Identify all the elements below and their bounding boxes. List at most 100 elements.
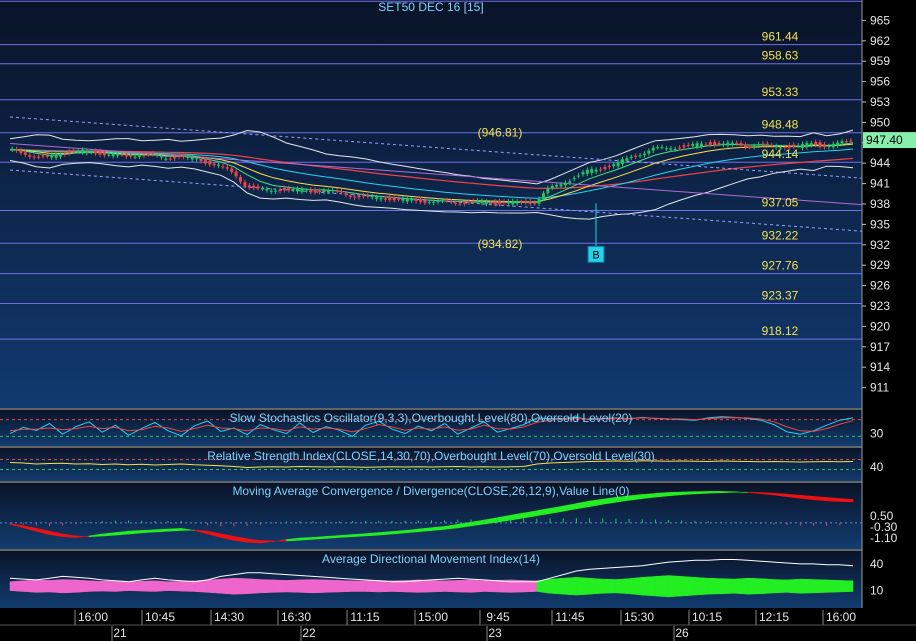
candle-body [721,143,725,145]
candle-body [770,145,774,147]
adx-di-band [826,579,841,593]
adx-di-band [141,580,156,592]
adx-di-band [101,580,116,592]
candle-body [669,148,673,150]
candle-body [423,200,427,203]
candle-body [72,150,76,152]
y-tick-label: 932 [870,238,890,252]
time-label: 15:00 [418,610,448,624]
candle-body [559,184,563,187]
candle-body [761,143,765,145]
y-tick-label: 917 [870,340,890,354]
adx-di-band [220,577,235,595]
adx-di-band [260,579,274,594]
candle-body [357,195,361,198]
candle-body [397,198,401,200]
stochastic-tick: 30 [870,427,884,441]
price-annotation: (934.82) [478,237,523,251]
adx-di-band [589,577,603,595]
candle-body [625,158,629,161]
candle-body [217,164,221,166]
candle-body [818,142,822,147]
candle-body [550,185,554,189]
adx-di-band [22,579,37,593]
candle-body [765,143,769,145]
adx-di-band [721,578,735,595]
y-tick-label: 956 [870,75,890,89]
candle-body [155,154,159,156]
candle-body [528,201,532,204]
candle-body [278,189,282,192]
candle-body [506,201,510,204]
buy-signal-label: B [592,249,599,261]
candle-body [484,201,488,204]
macd-ribbon [694,491,709,495]
macd-tick: -1.10 [870,531,898,545]
candle-body [726,142,730,146]
candle-body [76,150,80,152]
macd-ribbon [681,491,696,496]
candle-body [173,156,177,159]
adx-di-band [562,577,577,596]
candle-body [498,200,502,205]
candle-body [414,199,418,202]
candle-body [471,200,475,202]
candle-body [814,141,818,145]
adx-di-band [760,578,775,595]
candle-body [493,201,497,205]
candle-body [129,155,133,157]
y-tick-label: 959 [870,54,890,68]
candle-body [735,142,739,144]
candle-body [695,143,699,147]
rsi-tick: 40 [870,460,884,474]
candle-body [247,185,251,188]
candle-body [585,169,589,174]
y-tick-label: 929 [870,258,890,272]
adx-di-band [154,580,169,592]
candle-body [449,201,453,203]
candle-body [607,165,611,168]
candle-body [691,143,695,146]
candle-body [124,154,128,157]
stock-chart[interactable]: 9659629599569539509479449419389359329299… [0,0,916,641]
price-annotation: (946.81) [478,126,523,140]
candle-body [318,190,322,193]
candle-body [80,149,84,153]
candle-body [748,146,752,148]
time-label: 16:00 [78,610,108,624]
candle-body [634,155,638,157]
candle-body [225,167,229,169]
adx-di-band [352,580,366,592]
candle-body [533,202,537,204]
candle-body [348,195,352,197]
candle-body [366,195,370,197]
candle-body [37,156,41,158]
candle-body [563,182,567,186]
adx-di-band [273,579,287,593]
candle-body [489,202,493,204]
candle-body [116,153,120,156]
candle-body [801,143,805,148]
adx-di-band [549,577,564,595]
candle-body [546,188,550,194]
candle-body [221,166,225,168]
candle-body [520,201,524,203]
candle-body [256,186,260,189]
candle-body [840,141,844,144]
y-tick-label: 962 [870,34,890,48]
candle-body [454,202,458,204]
candle-body [331,190,335,192]
rsi-title: Relative Strength Index(CLOSE,14,30,70),… [207,449,655,463]
candle-body [660,147,664,149]
stochastic-title: Slow Stochastics Oscillator(9,3,3),Overb… [230,411,633,425]
candle-body [212,163,216,166]
adx-di-band [49,579,63,594]
candle-body [638,155,642,157]
candle-body [199,158,203,162]
fib-level-label: 937.05 [762,195,799,209]
candle-body [427,202,431,204]
macd-title: Moving Average Convergence / Divergence(… [232,484,629,498]
y-tick-label: 914 [870,360,890,374]
time-label: 10:45 [145,610,175,624]
candle-body [133,156,137,158]
